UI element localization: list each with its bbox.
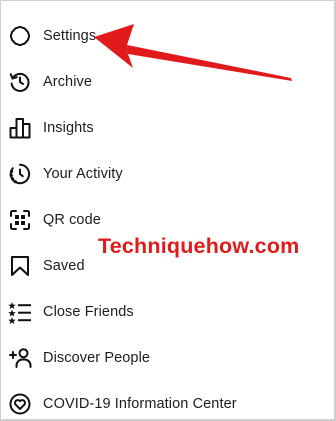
bookmark-icon — [8, 254, 32, 278]
menu-item-label: Settings — [43, 28, 97, 44]
menu-item-covid-info-center[interactable]: COVID-19 Information Center — [1, 381, 336, 421]
menu-item-label: COVID-19 Information Center — [43, 396, 237, 412]
menu-item-discover-people[interactable]: Discover People — [1, 335, 336, 381]
qr-code-icon — [8, 208, 32, 232]
menu-item-label: Saved — [43, 258, 85, 274]
settings-gear-icon — [8, 24, 32, 48]
screenshot-frame: Settings Archive Insights Your Activity … — [0, 0, 336, 421]
menu-item-settings[interactable]: Settings — [1, 13, 336, 59]
menu-item-insights[interactable]: Insights — [1, 105, 336, 151]
insights-bar-chart-icon — [8, 116, 32, 140]
menu-item-close-friends[interactable]: Close Friends — [1, 289, 336, 335]
activity-clock-icon — [8, 162, 32, 186]
close-friends-list-icon — [8, 300, 32, 324]
menu-item-label: Discover People — [43, 350, 151, 366]
menu-item-label: Archive — [43, 74, 93, 90]
menu-item-your-activity[interactable]: Your Activity — [1, 151, 336, 197]
covid-heart-icon — [8, 392, 32, 416]
archive-history-icon — [8, 70, 32, 94]
menu-item-label: Insights — [43, 120, 94, 136]
add-person-icon — [8, 346, 32, 370]
menu-item-label: Your Activity — [43, 166, 123, 182]
menu-item-archive[interactable]: Archive — [1, 59, 336, 105]
watermark-text: Techniquehow.com — [98, 234, 300, 258]
menu-item-label: QR code — [43, 212, 101, 228]
menu-item-label: Close Friends — [43, 304, 134, 320]
